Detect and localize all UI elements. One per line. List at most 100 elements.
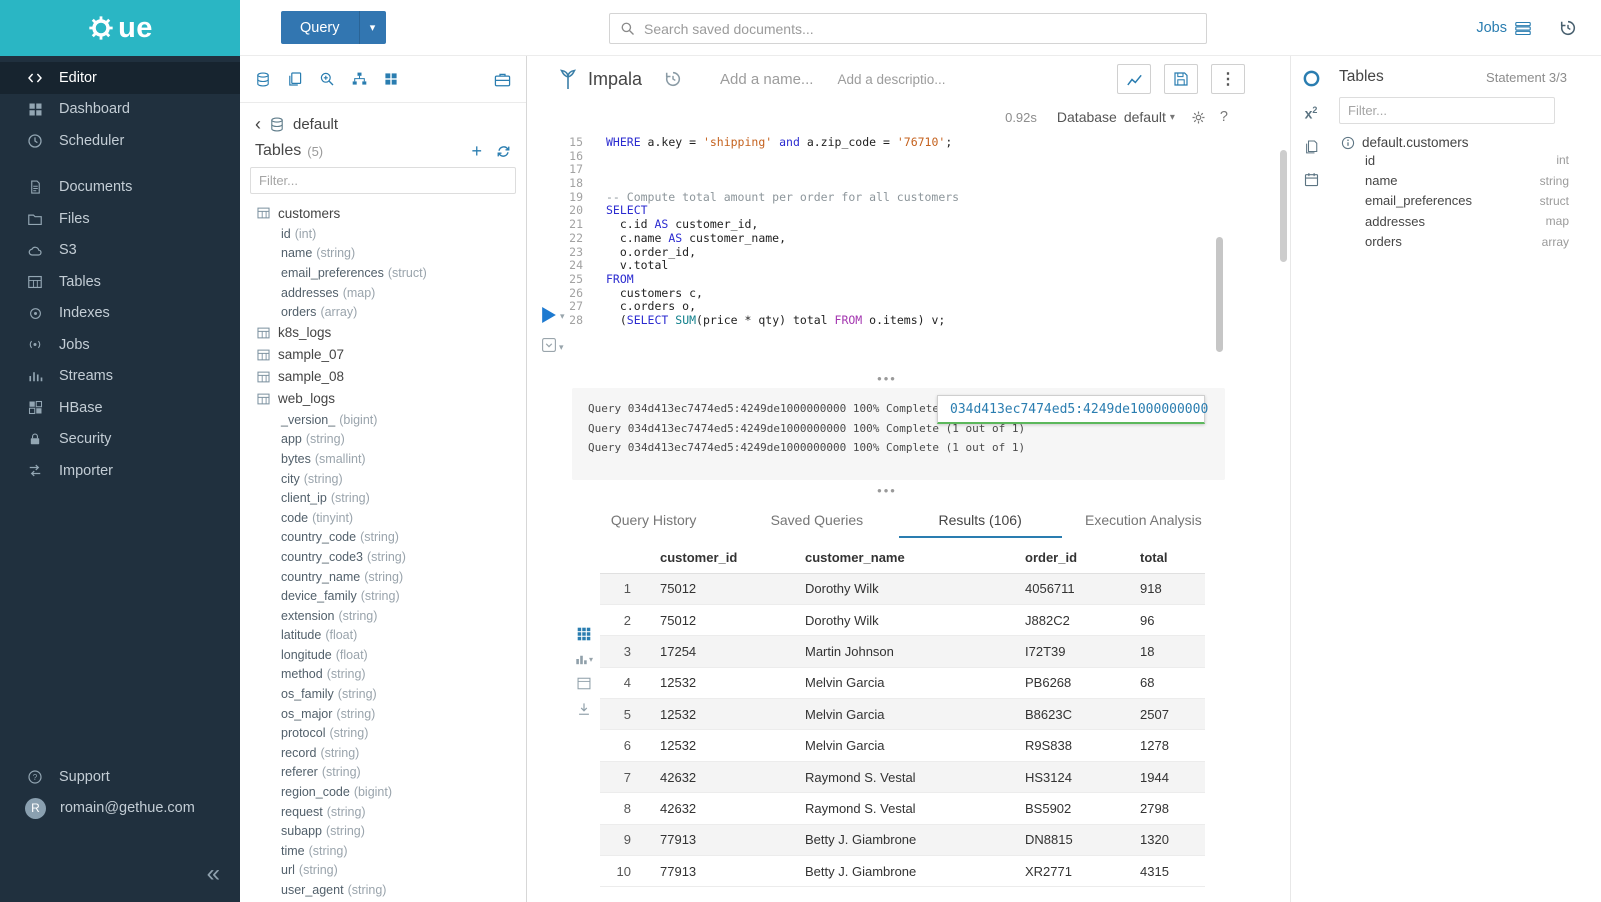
assist-column-id[interactable]: id(int) — [240, 224, 526, 244]
editor-history-icon[interactable] — [664, 70, 682, 88]
right-assist-column-email-preferences[interactable]: email_preferencesstruct — [1339, 191, 1585, 211]
language-reference-icon[interactable] — [1304, 139, 1319, 155]
nav-item-s3[interactable]: S3 — [0, 235, 240, 267]
nav-item-scheduler[interactable]: Scheduler — [0, 125, 240, 157]
code-editor[interactable]: 15WHERE a.key = 'shipping' and a.zip_cod… — [527, 132, 1290, 328]
databases-source-icon[interactable] — [255, 71, 271, 88]
assist-column-subapp[interactable]: subapp(string) — [240, 821, 526, 841]
nav-item-hbase[interactable]: HBase — [0, 392, 240, 424]
assist-column-record[interactable]: record(string) — [240, 743, 526, 763]
assist-column-request[interactable]: request(string) — [240, 802, 526, 822]
assist-column-url[interactable]: url(string) — [240, 861, 526, 881]
nav-item-documents[interactable]: Documents — [0, 172, 240, 204]
tab-saved-queries[interactable]: Saved Queries — [735, 505, 898, 538]
query-name-field[interactable]: Add a name... — [720, 71, 813, 88]
assist-column-app[interactable]: app(string) — [240, 430, 526, 450]
active-table-row[interactable]: default.customers — [1339, 135, 1585, 150]
info-icon[interactable] — [1341, 136, 1355, 150]
assist-column-orders[interactable]: orders(array) — [240, 302, 526, 322]
settings-gear-icon[interactable] — [1191, 110, 1206, 125]
assist-column-extension[interactable]: extension(string) — [240, 606, 526, 626]
nav-item-importer[interactable]: Importer — [0, 455, 240, 487]
assist-table-sample-07[interactable]: sample_07 — [240, 344, 526, 366]
workspace-icon[interactable] — [494, 72, 511, 87]
right-assist-column-orders[interactable]: ordersarray — [1339, 232, 1585, 252]
assist-column-user-agent[interactable]: user_agent(string) — [240, 880, 526, 900]
search-bar[interactable] — [609, 13, 1207, 44]
right-assist-column-addresses[interactable]: addressesmap — [1339, 211, 1585, 231]
chart-view-toggle[interactable]: ▾ — [575, 653, 593, 665]
nav-item-streams[interactable]: Streams — [0, 361, 240, 393]
query-button[interactable]: Query — [281, 11, 359, 44]
nav-item-editor[interactable]: Editor — [0, 62, 240, 94]
assist-table-k8s-logs[interactable]: k8s_logs — [240, 322, 526, 344]
assist-filter-input[interactable] — [259, 173, 507, 188]
nav-item-dashboard[interactable]: Dashboard — [0, 94, 240, 126]
assist-column-protocol[interactable]: protocol(string) — [240, 723, 526, 743]
assist-column-version[interactable]: _version_(bigint) — [240, 410, 526, 430]
more-actions-button[interactable]: ⋮ — [1211, 64, 1245, 94]
sitemap-source-icon[interactable] — [351, 71, 368, 87]
query-history-icon[interactable] — [1559, 19, 1577, 37]
expand-results-icon[interactable] — [577, 677, 591, 690]
assist-column-os-major[interactable]: os_major(string) — [240, 704, 526, 724]
search-input[interactable] — [644, 21, 1196, 37]
limit-caret-icon[interactable]: ▾ — [559, 342, 564, 353]
schedule-icon[interactable] — [1304, 172, 1319, 187]
refresh-tables-icon[interactable] — [496, 144, 511, 159]
tab-query-history[interactable]: Query History — [572, 505, 735, 538]
apps-source-icon[interactable] — [384, 72, 398, 86]
assist-column-region-code[interactable]: region_code(bigint) — [240, 782, 526, 802]
assist-table-web-logs[interactable]: web_logs — [240, 388, 526, 410]
functions-icon[interactable]: x2 — [1305, 105, 1318, 122]
query-dropdown-caret[interactable]: ▾ — [359, 11, 386, 44]
main-scrollbar[interactable] — [1280, 150, 1287, 262]
assist-table-sample-08[interactable]: sample_08 — [240, 366, 526, 388]
save-button[interactable] — [1164, 64, 1198, 94]
hue-logo[interactable]: ue — [0, 0, 240, 56]
assist-column-time[interactable]: time(string) — [240, 841, 526, 861]
nav-item-indexes[interactable]: Indexes — [0, 298, 240, 330]
database-caret-icon[interactable]: ▾ — [1170, 112, 1175, 123]
nav-item-security[interactable]: Security — [0, 424, 240, 456]
nav-item-romain-gethue-com[interactable]: Rromain@gethue.com — [0, 793, 240, 825]
query-description-field[interactable]: Add a descriptio... — [837, 72, 945, 87]
download-results-icon[interactable] — [577, 702, 591, 716]
assist-column-name[interactable]: name(string) — [240, 244, 526, 264]
collapse-nav-button[interactable]: « — [207, 862, 220, 886]
column-header-order-id[interactable]: order_id — [1010, 543, 1125, 573]
execute-button[interactable] — [542, 307, 556, 323]
assist-column-code[interactable]: code(tinyint) — [240, 508, 526, 528]
nav-item-support[interactable]: ?Support — [0, 761, 240, 793]
assist-column-longitude[interactable]: longitude(float) — [240, 645, 526, 665]
column-header-total[interactable]: total — [1125, 543, 1205, 573]
assist-column-country-code3[interactable]: country_code3(string) — [240, 547, 526, 567]
database-name[interactable]: default — [293, 116, 338, 133]
nav-item-tables[interactable]: Tables — [0, 266, 240, 298]
assist-column-referer[interactable]: referer(string) — [240, 763, 526, 783]
grid-view-icon[interactable] — [577, 627, 591, 641]
database-selector[interactable]: default — [1124, 109, 1166, 125]
nav-item-jobs[interactable]: Jobs — [0, 329, 240, 361]
help-icon[interactable]: ? — [1220, 109, 1228, 125]
right-assist-column-id[interactable]: idint — [1339, 150, 1585, 170]
right-assist-column-name[interactable]: namestring — [1339, 170, 1585, 190]
assist-column-bytes[interactable]: bytes(smallint) — [240, 449, 526, 469]
editor-scrollbar[interactable] — [1216, 237, 1223, 352]
assist-column-country-code[interactable]: country_code(string) — [240, 528, 526, 548]
right-filter-input[interactable] — [1348, 103, 1546, 118]
assist-column-client-ip[interactable]: client_ip(string) — [240, 488, 526, 508]
tab-results-106[interactable]: Results (106) — [899, 505, 1062, 538]
add-table-icon[interactable]: + — [471, 142, 482, 160]
documents-source-icon[interactable] — [287, 71, 303, 87]
editor-assistant-icon[interactable] — [1302, 69, 1321, 88]
chart-button[interactable] — [1117, 64, 1151, 94]
tab-execution-analysis[interactable]: Execution Analysis — [1062, 505, 1225, 538]
resize-handle-top[interactable]: ••• — [827, 375, 947, 383]
nav-item-files[interactable]: Files — [0, 203, 240, 235]
execute-options-caret[interactable]: ▾ — [560, 311, 565, 322]
assist-table-customers[interactable]: customers — [240, 202, 526, 224]
limit-selector-icon[interactable] — [541, 337, 557, 353]
assist-column-device-family[interactable]: device_family(string) — [240, 586, 526, 606]
assist-column-city[interactable]: city(string) — [240, 469, 526, 489]
